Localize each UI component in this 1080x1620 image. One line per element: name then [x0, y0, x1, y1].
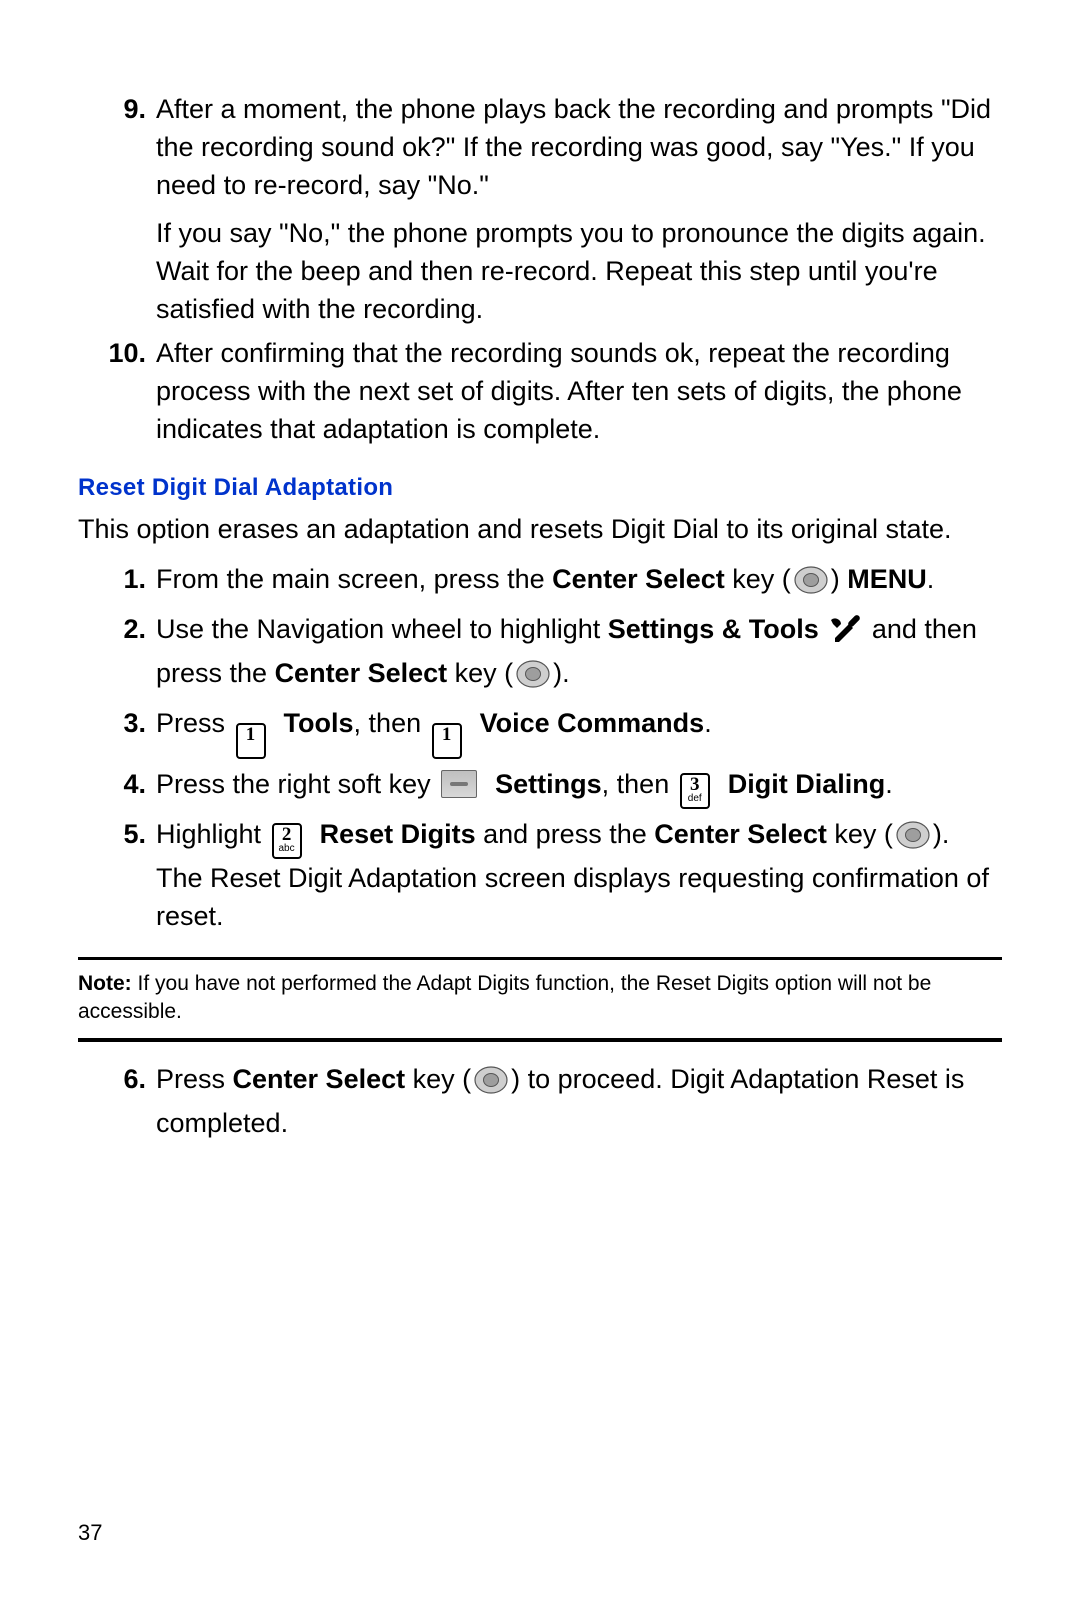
note-text: Note: If you have not performed the Adap…	[78, 970, 1002, 1026]
list-number: 6.	[78, 1060, 156, 1098]
list-item: 3. Press 1 Tools, then 1 Voice Commands.	[78, 704, 1002, 759]
list-item: 2. Use the Navigation wheel to highlight…	[78, 610, 1002, 698]
bold-run: Tools	[284, 708, 354, 738]
note-body: If you have not performed the Adapt Digi…	[78, 972, 931, 1023]
key-digit: 1	[246, 724, 256, 745]
list-number: 2.	[78, 610, 156, 648]
text-run: , then	[354, 708, 429, 738]
text-run: ).	[553, 658, 570, 688]
text-run: , then	[602, 769, 677, 799]
list-paragraph: If you say "No," the phone prompts you t…	[156, 214, 1002, 328]
list-body: After confirming that the recording soun…	[156, 334, 1002, 448]
section-heading: Reset Digit Dial Adaptation	[78, 474, 1002, 502]
manual-page: 9. After a moment, the phone plays back …	[0, 0, 1080, 1620]
center-select-icon	[896, 821, 930, 859]
bold-run: MENU	[847, 564, 927, 594]
list-item: 9. After a moment, the phone plays back …	[78, 90, 1002, 328]
bold-run: Center Select	[233, 1064, 406, 1094]
center-select-icon	[516, 660, 550, 698]
text-run: and press the	[476, 819, 655, 849]
keypad-1-icon: 1	[236, 723, 266, 759]
section-intro: This option erases an adaptation and res…	[78, 510, 1002, 548]
list-number: 1.	[78, 560, 156, 598]
note-label: Note:	[78, 972, 132, 995]
center-select-icon	[794, 566, 828, 604]
list-paragraph: After a moment, the phone plays back the…	[156, 90, 1002, 204]
text-run: key (	[725, 564, 791, 594]
list-number: 3.	[78, 704, 156, 742]
list-body: From the main screen, press the Center S…	[156, 560, 1002, 604]
page-number: 37	[78, 1520, 102, 1546]
list-item: 5. Highlight 2abc Reset Digits and press…	[78, 815, 1002, 935]
list-item: 6. Press Center Select key () to proceed…	[78, 1060, 1002, 1142]
text-run: Press	[156, 708, 233, 738]
keypad-3-icon: 3def	[680, 773, 710, 809]
list-body: Press the right soft key Settings, then …	[156, 765, 1002, 809]
list-number: 4.	[78, 765, 156, 803]
text-run: .	[927, 564, 935, 594]
bold-run: Reset Digits	[320, 819, 476, 849]
list-number: 9.	[78, 90, 156, 128]
list-number: 10.	[78, 334, 156, 372]
text-run: From the main screen, press the	[156, 564, 552, 594]
text-run: key (	[827, 819, 893, 849]
bold-run: Settings	[495, 769, 602, 799]
text-run: Use the Navigation wheel to highlight	[156, 614, 608, 644]
bold-run: Settings & Tools	[608, 614, 819, 644]
bold-run: Voice Commands	[480, 708, 705, 738]
bold-run: Center Select	[654, 819, 827, 849]
tools-icon	[829, 612, 861, 654]
key-sub: abc	[274, 844, 300, 853]
list-paragraph: After confirming that the recording soun…	[156, 334, 1002, 448]
text-run: )	[831, 564, 848, 594]
steps-list: 1. From the main screen, press the Cente…	[78, 560, 1002, 935]
continuation-list: 9. After a moment, the phone plays back …	[78, 90, 1002, 448]
key-digit: 3	[690, 774, 700, 795]
list-body: Press Center Select key () to proceed. D…	[156, 1060, 1002, 1142]
text-run: .	[704, 708, 712, 738]
keypad-1-icon: 1	[432, 723, 462, 759]
center-select-icon	[474, 1066, 508, 1104]
list-item: 4. Press the right soft key Settings, th…	[78, 765, 1002, 809]
list-body: Press 1 Tools, then 1 Voice Commands.	[156, 704, 1002, 759]
list-item: 10. After confirming that the recording …	[78, 334, 1002, 448]
bold-run: Center Select	[275, 658, 448, 688]
list-body: After a moment, the phone plays back the…	[156, 90, 1002, 328]
bold-run: Center Select	[552, 564, 725, 594]
text-run: .	[885, 769, 893, 799]
text-run: Highlight	[156, 819, 269, 849]
soft-key-icon	[441, 770, 477, 798]
text-run: key (	[447, 658, 513, 688]
key-digit: 1	[442, 724, 452, 745]
list-body: Highlight 2abc Reset Digits and press th…	[156, 815, 1002, 935]
key-digit: 2	[282, 824, 292, 845]
list-number: 5.	[78, 815, 156, 853]
note-block: Note: If you have not performed the Adap…	[78, 957, 1002, 1042]
text-run: Press	[156, 1064, 233, 1094]
text-run: key (	[405, 1064, 471, 1094]
steps-list-cont: 6. Press Center Select key () to proceed…	[78, 1060, 1002, 1142]
text-run: Press the right soft key	[156, 769, 438, 799]
list-item: 1. From the main screen, press the Cente…	[78, 560, 1002, 604]
bold-run: Digit Dialing	[728, 769, 886, 799]
keypad-2-icon: 2abc	[272, 823, 302, 859]
list-body: Use the Navigation wheel to highlight Se…	[156, 610, 1002, 698]
key-sub: def	[682, 794, 708, 803]
